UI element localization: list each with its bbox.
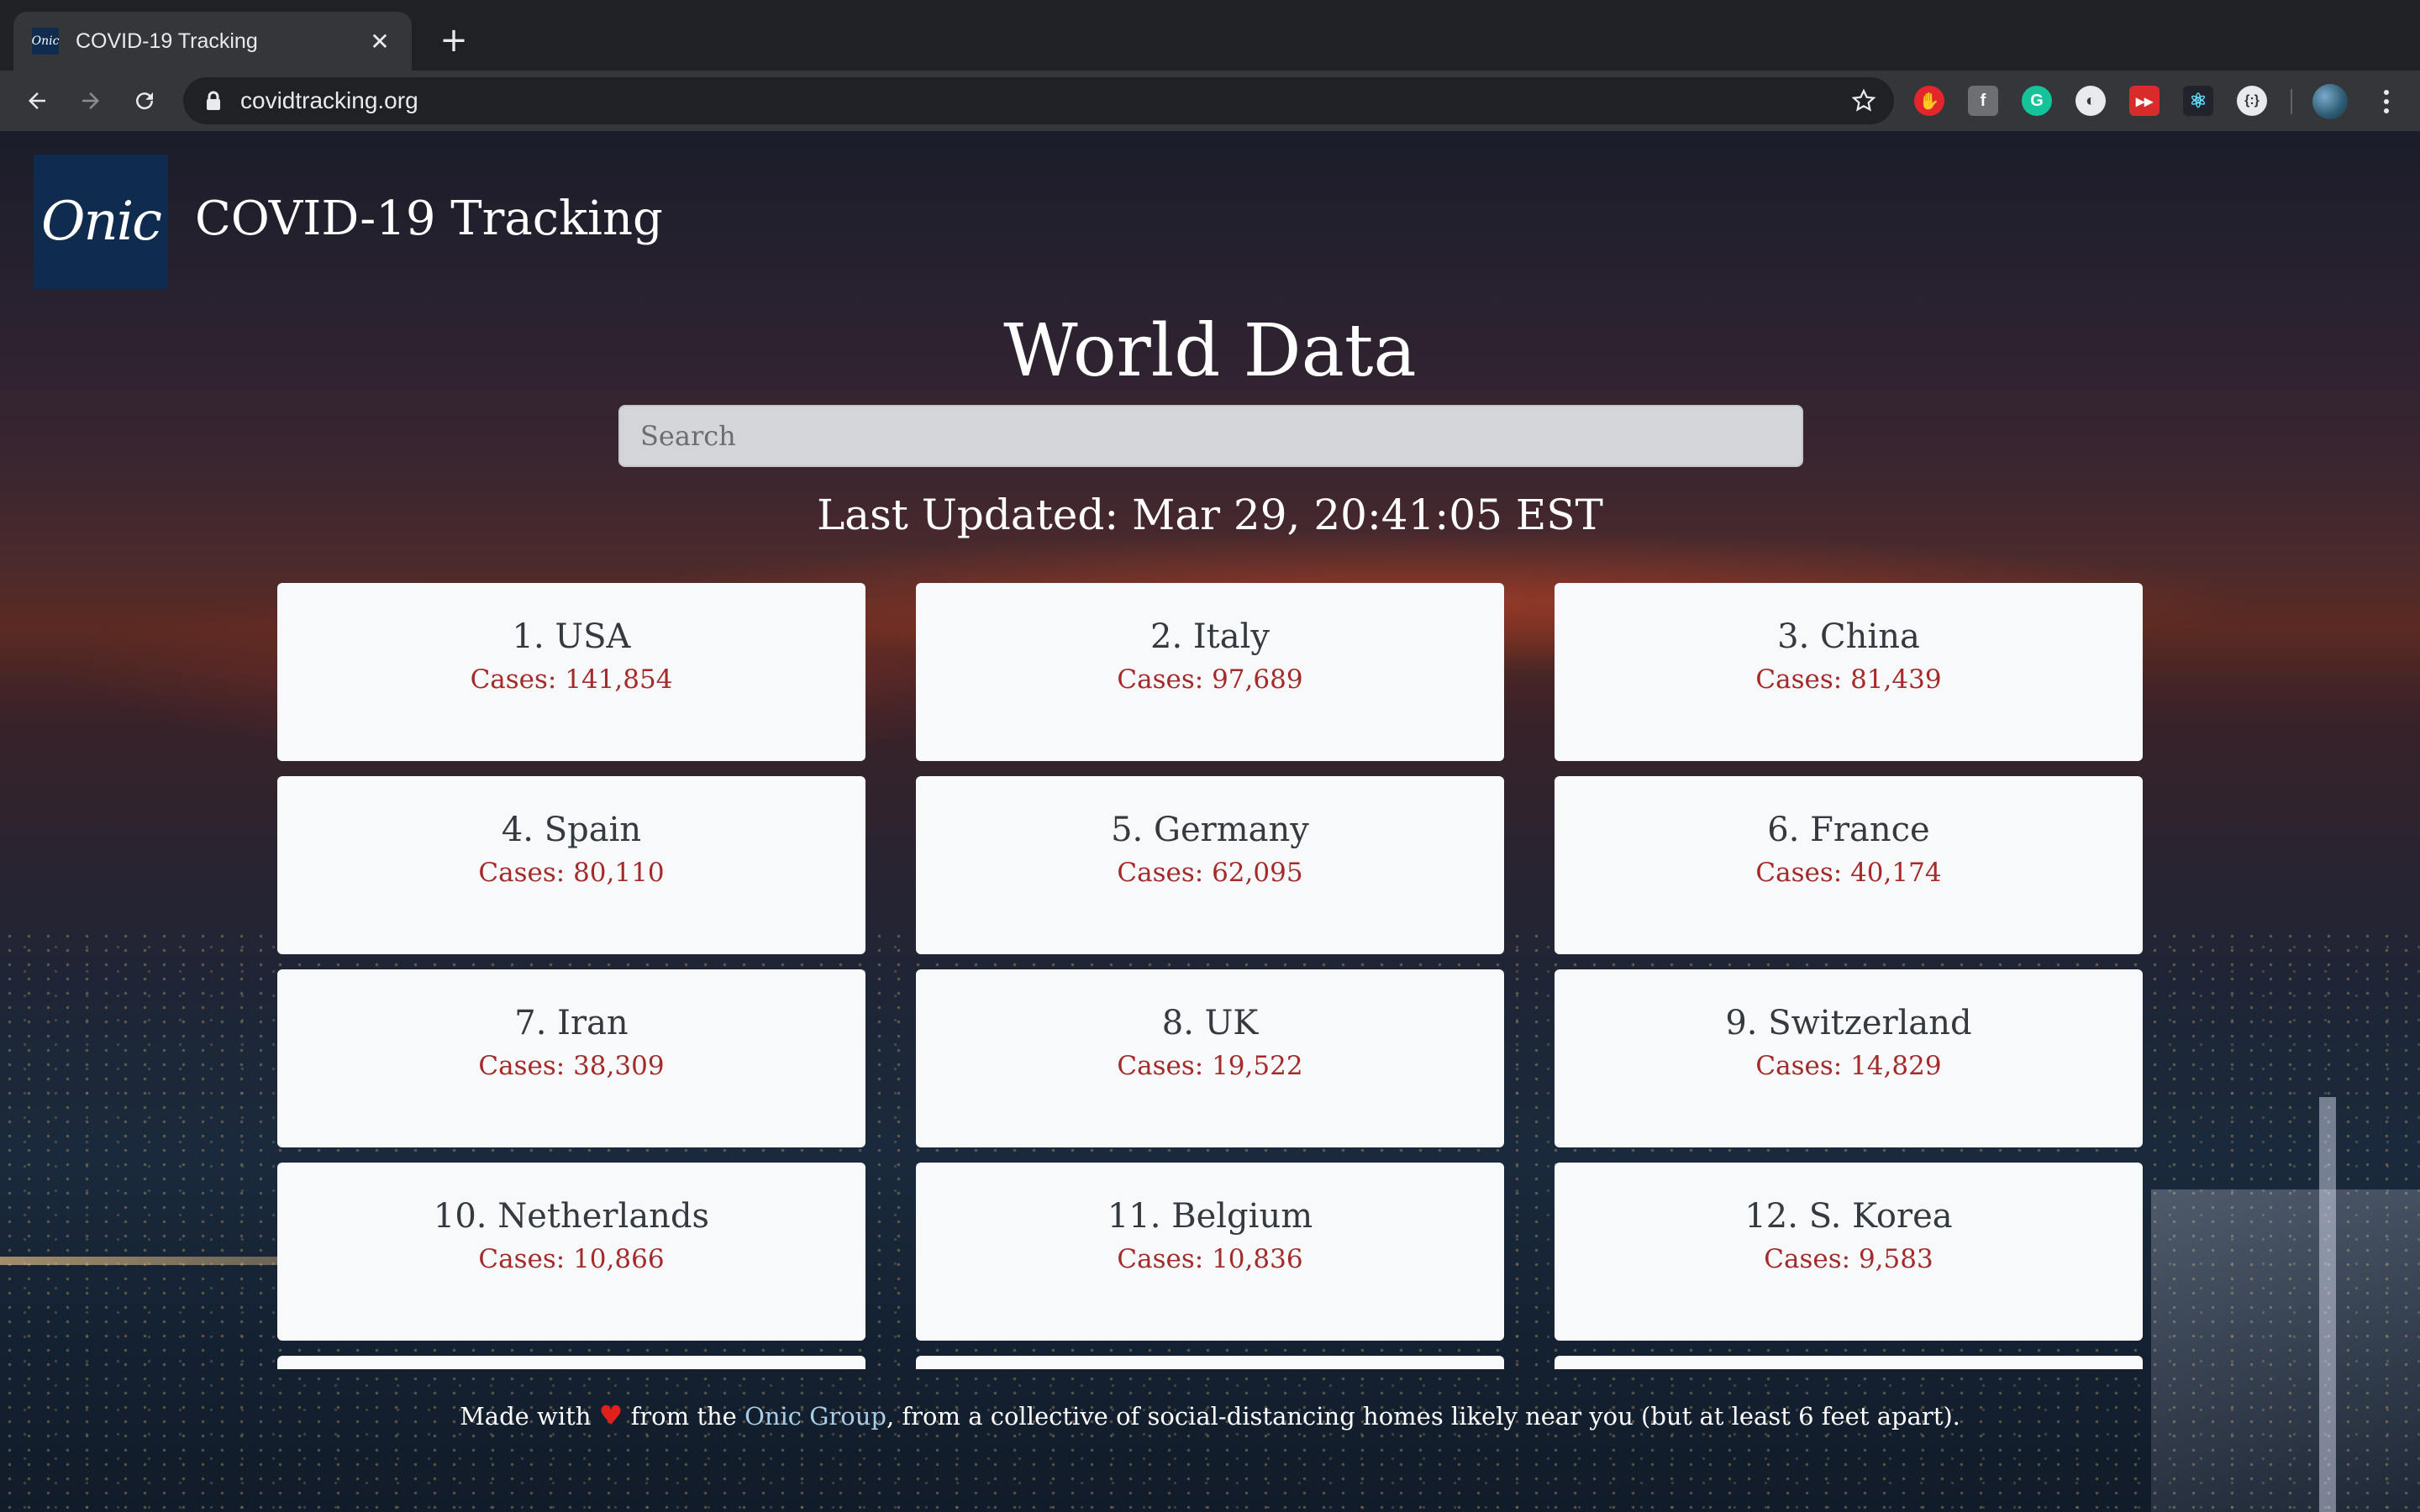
- close-tab-icon[interactable]: ✕: [365, 26, 395, 56]
- country-name: 10. Netherlands: [433, 1197, 710, 1236]
- footer-from-the: from the: [630, 1402, 737, 1431]
- react-devtools-icon[interactable]: ⚛: [2183, 86, 2213, 116]
- country-card[interactable]: 3. China Cases: 81,439: [1555, 583, 2143, 761]
- country-card[interactable]: 4. Spain Cases: 80,110: [277, 776, 865, 954]
- country-cases: Cases: 10,836: [1117, 1244, 1303, 1274]
- country-card[interactable]: 12. S. Korea Cases: 9,583: [1555, 1163, 2143, 1341]
- country-card-partial[interactable]: [277, 1356, 865, 1369]
- back-arrow-icon[interactable]: [15, 79, 59, 123]
- video-extension-icon[interactable]: ▸▸: [2129, 86, 2160, 116]
- bridge-tower-background: [2319, 1097, 2336, 1512]
- country-card[interactable]: 10. Netherlands Cases: 10,866: [277, 1163, 865, 1341]
- search-input[interactable]: [618, 405, 1803, 467]
- lock-icon: [202, 89, 225, 113]
- tab-strip: Onic COVID-19 Tracking ✕ +: [0, 0, 2420, 71]
- next-row-cards-partial: [277, 1356, 2143, 1369]
- country-cases: Cases: 9,583: [1764, 1244, 1933, 1274]
- country-cases: Cases: 80,110: [478, 858, 665, 888]
- json-extension-icon[interactable]: {:}: [2237, 86, 2267, 116]
- onic-logo[interactable]: Onic: [34, 155, 168, 289]
- profile-avatar[interactable]: [2312, 84, 2348, 119]
- footer-text: Made with ♥ from the Onic Group, from a …: [0, 1399, 2420, 1431]
- country-cases: Cases: 97,689: [1117, 664, 1303, 695]
- country-cases: Cases: 38,309: [478, 1051, 665, 1081]
- country-card[interactable]: 1. USA Cases: 141,854: [277, 583, 865, 761]
- footer-made-with: Made with: [460, 1402, 592, 1431]
- country-name: 7. Iran: [514, 1004, 629, 1042]
- country-cases: Cases: 10,866: [478, 1244, 665, 1274]
- country-name: 11. Belgium: [1107, 1197, 1313, 1236]
- bridge-cables-background: [2151, 1189, 2420, 1512]
- country-cases: Cases: 62,095: [1117, 858, 1303, 888]
- circle-extension-icon[interactable]: ◐: [2075, 86, 2106, 116]
- site-title[interactable]: COVID-19 Tracking: [195, 192, 663, 246]
- browser-chrome: Onic COVID-19 Tracking ✕ + covidtracking…: [0, 0, 2420, 131]
- country-name: 1. USA: [512, 617, 631, 656]
- last-updated-text: Last Updated: Mar 29, 20:41:05 EST: [817, 491, 1603, 539]
- country-card[interactable]: 11. Belgium Cases: 10,836: [916, 1163, 1504, 1341]
- tab-title: COVID-19 Tracking: [76, 29, 258, 53]
- country-name: 5. Germany: [1111, 811, 1309, 849]
- country-cases: Cases: 40,174: [1755, 858, 1942, 888]
- onic-group-link[interactable]: Onic Group: [744, 1402, 886, 1431]
- country-name: 8. UK: [1161, 1004, 1259, 1042]
- country-name: 3. China: [1777, 617, 1920, 656]
- browser-toolbar: covidtracking.org ✋ f G ◐ ▸▸ ⚛ {:}: [0, 71, 2420, 131]
- country-card[interactable]: 9. Switzerland Cases: 14,829: [1555, 969, 2143, 1147]
- country-card-partial[interactable]: [916, 1356, 1504, 1369]
- reload-icon[interactable]: [123, 79, 166, 123]
- more-menu-icon[interactable]: [2371, 84, 2402, 119]
- country-name: 12. S. Korea: [1744, 1197, 1953, 1236]
- heart-icon: ♥: [598, 1399, 623, 1431]
- country-card-partial[interactable]: [1555, 1356, 2143, 1369]
- adblock-extension-icon[interactable]: ✋: [1914, 86, 1944, 116]
- country-cases: Cases: 19,522: [1117, 1051, 1303, 1081]
- page-viewport: Onic COVID-19 Tracking World Data Last U…: [0, 131, 2420, 1512]
- browser-tab[interactable]: Onic COVID-19 Tracking ✕: [13, 12, 412, 71]
- footer-rest: , from a collective of social-distancing…: [886, 1402, 1960, 1431]
- country-name: 2. Italy: [1150, 617, 1270, 656]
- address-bar[interactable]: covidtracking.org: [183, 77, 1894, 124]
- grammarly-extension-icon[interactable]: G: [2022, 86, 2052, 116]
- country-card[interactable]: 7. Iran Cases: 38,309: [277, 969, 865, 1147]
- bookmark-star-icon[interactable]: [1849, 86, 1879, 116]
- page-title: World Data: [1003, 309, 1417, 393]
- facebook-extension-icon[interactable]: f: [1968, 86, 1998, 116]
- country-card[interactable]: 6. France Cases: 40,174: [1555, 776, 2143, 954]
- new-tab-button[interactable]: +: [434, 20, 474, 60]
- toolbar-divider: [2291, 89, 2292, 114]
- country-cases: Cases: 141,854: [470, 664, 673, 695]
- country-name: 9. Switzerland: [1725, 1004, 1972, 1042]
- url-text: covidtracking.org: [240, 87, 418, 113]
- forward-arrow-icon[interactable]: [69, 79, 113, 123]
- country-cases: Cases: 81,439: [1755, 664, 1942, 695]
- country-card[interactable]: 8. UK Cases: 19,522: [916, 969, 1504, 1147]
- onic-favicon-icon: Onic: [32, 28, 59, 55]
- country-name: 4. Spain: [501, 811, 642, 849]
- country-name: 6. France: [1767, 811, 1930, 849]
- country-cases: Cases: 14,829: [1755, 1051, 1942, 1081]
- country-card[interactable]: 2. Italy Cases: 97,689: [916, 583, 1504, 761]
- country-card[interactable]: 5. Germany Cases: 62,095: [916, 776, 1504, 954]
